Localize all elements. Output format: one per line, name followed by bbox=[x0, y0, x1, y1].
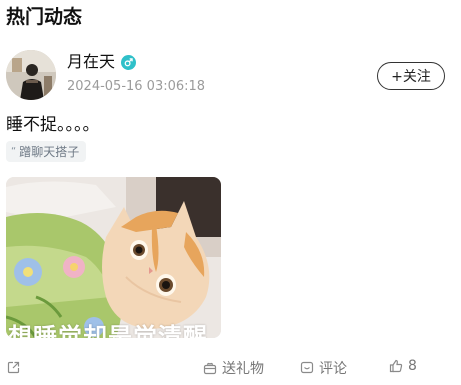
post-text: 睡不捉。。。。 bbox=[6, 115, 100, 135]
gift-icon bbox=[203, 362, 217, 375]
comment-icon bbox=[300, 361, 314, 374]
avatar[interactable] bbox=[6, 50, 56, 100]
post-timestamp: 2024-05-16 03:06:18 bbox=[67, 79, 206, 94]
topic-tag-label: 蹭聊天搭子 bbox=[19, 145, 80, 159]
image-caption: 想睡觉却是觉清醒 bbox=[8, 323, 208, 338]
quote-icon: “ bbox=[11, 145, 17, 157]
action-bar: 送礼物 评论 8 bbox=[0, 357, 461, 381]
male-icon bbox=[121, 54, 137, 70]
follow-button[interactable]: +关注 bbox=[377, 62, 445, 90]
post-image[interactable]: 想睡觉却是觉清醒 bbox=[6, 177, 221, 338]
feed-page: 热门动态 月在天 2024-05-16 03:06:18 +关注 睡不捉。。。。… bbox=[0, 0, 461, 385]
like-button[interactable]: 8 bbox=[389, 358, 417, 374]
kitten-image bbox=[6, 177, 221, 338]
post-header: 月在天 2024-05-16 03:06:18 +关注 bbox=[6, 50, 451, 102]
like-count: 8 bbox=[408, 358, 417, 374]
section-title: 热门动态 bbox=[6, 6, 83, 28]
username-row: 月在天 bbox=[67, 51, 137, 73]
comment-label: 评论 bbox=[319, 361, 347, 377]
thumbs-up-icon bbox=[389, 359, 403, 373]
gift-label: 送礼物 bbox=[222, 361, 264, 377]
username[interactable]: 月在天 bbox=[67, 51, 115, 73]
share-icon[interactable] bbox=[7, 361, 20, 374]
comment-button[interactable]: 评论 bbox=[300, 358, 347, 378]
gift-button[interactable]: 送礼物 bbox=[203, 358, 264, 378]
topic-tag[interactable]: “ 蹭聊天搭子 bbox=[6, 141, 87, 162]
avatar-photo bbox=[6, 50, 56, 100]
